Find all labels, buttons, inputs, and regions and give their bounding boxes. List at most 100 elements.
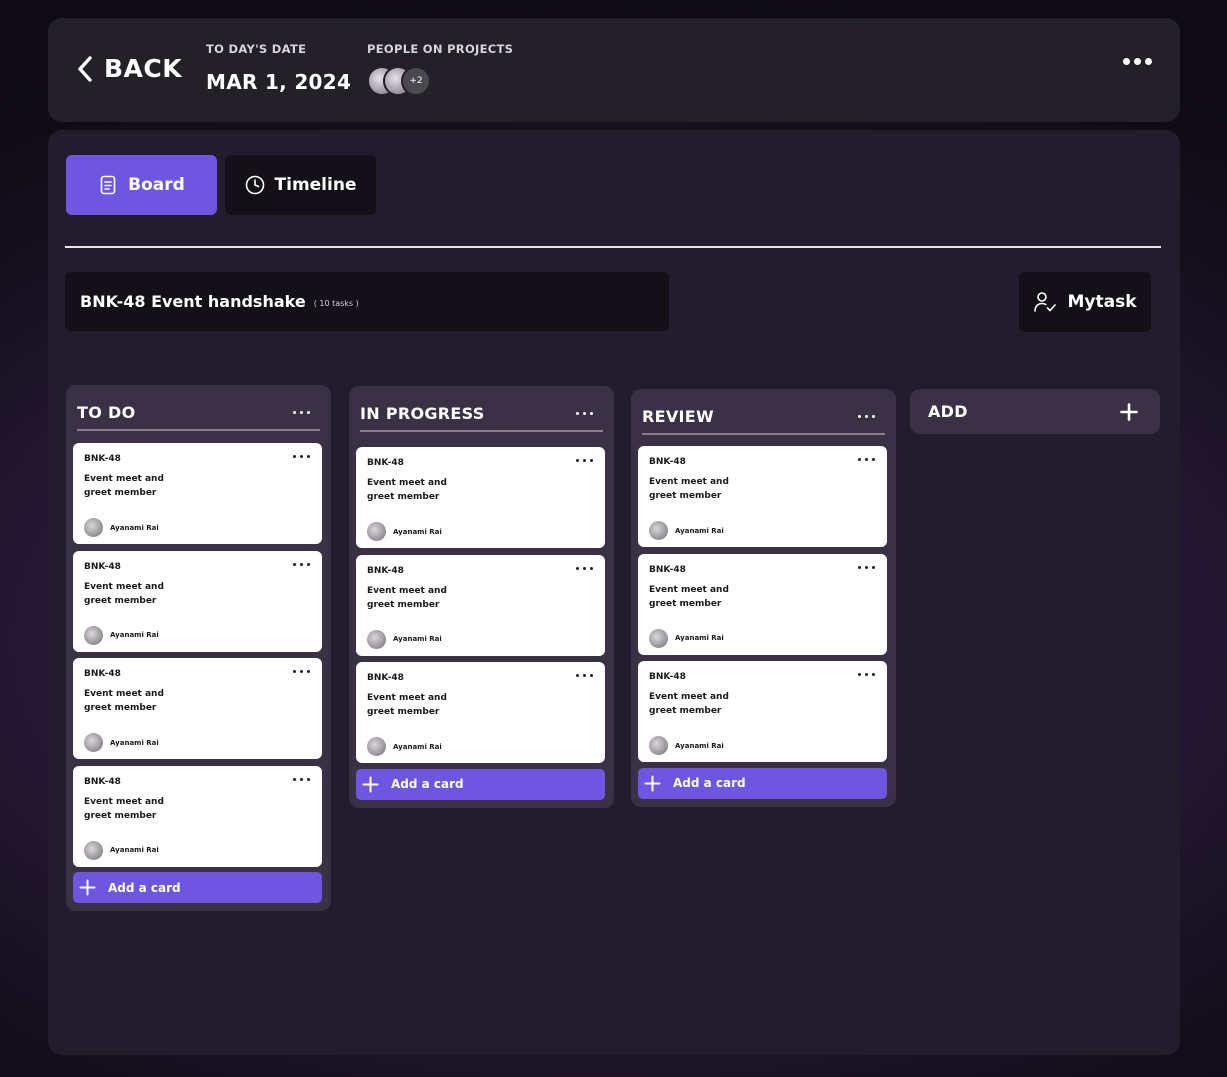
card-more-button[interactable] bbox=[293, 777, 310, 781]
card-title: Event meet and greet member bbox=[367, 478, 447, 502]
more-horizontal-icon bbox=[293, 455, 310, 458]
back-button[interactable]: BACK bbox=[76, 54, 182, 83]
kanban-column: REVIEW BNK-48 Event meet and greet member A… bbox=[631, 389, 896, 807]
card-id: BNK-48 bbox=[367, 458, 404, 468]
tab-timeline[interactable]: Timeline bbox=[225, 155, 376, 215]
more-horizontal-icon bbox=[858, 565, 875, 569]
more-people-badge[interactable]: +2 bbox=[401, 66, 431, 96]
assignee-name: Ayanami Rai bbox=[110, 846, 159, 854]
task-card[interactable]: BNK-48 Event meet and greet member Ayanami… bbox=[638, 553, 887, 655]
card-id: BNK-48 bbox=[367, 565, 404, 576]
date-value: MAR 1, 2024 bbox=[206, 70, 352, 94]
task-card[interactable]: BNK-48 Event meet and greet member Ayanami… bbox=[73, 765, 322, 867]
mytask-label: Mytask bbox=[1067, 292, 1137, 312]
project-title: BNK-48 Event handshake bbox=[80, 292, 306, 311]
user-check-icon bbox=[1034, 292, 1057, 312]
card-assignee: Ayanami Rai bbox=[649, 736, 724, 755]
card-id: BNK-48 bbox=[649, 457, 686, 467]
card-title: Event meet and greet member bbox=[367, 585, 447, 610]
task-card[interactable]: BNK-48 Event meet and greet member Ayanami… bbox=[73, 550, 322, 652]
task-card[interactable]: BNK-48 Event meet and greet member Ayanami… bbox=[356, 662, 605, 763]
card-more-button[interactable] bbox=[293, 670, 310, 673]
card-more-button[interactable] bbox=[576, 566, 593, 570]
avatar bbox=[84, 733, 103, 752]
add-card-label: Add a card bbox=[391, 777, 464, 791]
avatar bbox=[84, 840, 103, 860]
kanban-column: IN PROGRESS BNK-48 Event meet and greet me… bbox=[349, 386, 614, 808]
tab-board[interactable]: Board bbox=[66, 155, 217, 215]
assignee-name: Ayanami Rai bbox=[675, 634, 724, 642]
add-card-label: Add a card bbox=[108, 880, 181, 895]
card-title: Event meet and greet member bbox=[649, 692, 729, 716]
more-horizontal-icon bbox=[293, 411, 310, 414]
more-options-button[interactable] bbox=[1123, 58, 1152, 65]
assignee-name: Ayanami Rai bbox=[675, 741, 724, 750]
card-more-button[interactable] bbox=[576, 459, 593, 462]
assignee-name: Ayanami Rai bbox=[675, 526, 724, 535]
card-more-button[interactable] bbox=[858, 565, 875, 569]
add-card-button[interactable]: Add a card bbox=[73, 872, 322, 903]
clock-icon bbox=[245, 175, 264, 195]
avatar bbox=[84, 518, 103, 537]
card-more-button[interactable] bbox=[293, 455, 310, 458]
date-caption: TO DAY'S DATE bbox=[206, 42, 307, 56]
avatar bbox=[649, 628, 668, 648]
more-horizontal-icon bbox=[576, 412, 593, 415]
header-bar: BACK TO DAY'S DATE MAR 1, 2024 PEOPLE ON… bbox=[48, 18, 1180, 122]
card-assignee: Ayanami Rai bbox=[84, 733, 159, 752]
card-id: BNK-48 bbox=[84, 454, 121, 464]
tab-timeline-label: Timeline bbox=[274, 175, 357, 195]
task-card[interactable]: BNK-48 Event meet and greet member Ayanami… bbox=[638, 661, 887, 762]
task-card[interactable]: BNK-48 Event meet and greet member Ayanami… bbox=[73, 443, 322, 544]
add-card-button[interactable]: Add a card bbox=[638, 767, 887, 799]
card-title: Event meet and greet member bbox=[84, 796, 164, 821]
column-more-button[interactable] bbox=[576, 412, 593, 415]
mytask-button[interactable]: Mytask bbox=[1019, 272, 1151, 332]
card-assignee: Ayanami Rai bbox=[84, 840, 159, 860]
card-assignee: Ayanami Rai bbox=[367, 522, 442, 541]
add-column-button[interactable]: ADD bbox=[910, 389, 1160, 434]
card-id: BNK-48 bbox=[649, 672, 686, 682]
people-avatars[interactable]: +2 bbox=[367, 66, 513, 96]
column-more-button[interactable] bbox=[858, 415, 875, 418]
column-title: REVIEW bbox=[642, 407, 714, 426]
plus-icon bbox=[362, 776, 379, 792]
plus-icon bbox=[644, 775, 661, 791]
assignee-name: Ayanami Rai bbox=[110, 631, 159, 639]
card-assignee: Ayanami Rai bbox=[84, 625, 159, 645]
task-card[interactable]: BNK-48 Event meet and greet member Ayanami… bbox=[638, 446, 887, 547]
card-more-button[interactable] bbox=[858, 673, 875, 676]
card-more-button[interactable] bbox=[576, 674, 593, 677]
document-icon bbox=[100, 175, 116, 195]
card-more-button[interactable] bbox=[293, 562, 310, 566]
task-card[interactable]: BNK-48 Event meet and greet member Ayanami… bbox=[73, 658, 322, 759]
assignee-name: Ayanami Rai bbox=[110, 738, 159, 747]
add-column-label: ADD bbox=[928, 402, 968, 421]
more-horizontal-icon bbox=[1123, 58, 1152, 65]
more-horizontal-icon bbox=[858, 458, 875, 461]
card-title: Event meet and greet member bbox=[367, 693, 447, 717]
card-id: BNK-48 bbox=[84, 561, 121, 572]
people-caption: PEOPLE ON PROJECTS bbox=[367, 42, 514, 56]
card-assignee: Ayanami Rai bbox=[649, 628, 724, 648]
task-card[interactable]: BNK-48 Event meet and greet member Ayanami… bbox=[356, 554, 605, 656]
card-assignee: Ayanami Rai bbox=[84, 518, 159, 537]
avatar bbox=[367, 522, 386, 541]
more-horizontal-icon bbox=[293, 670, 310, 673]
column-more-button[interactable] bbox=[293, 411, 310, 414]
card-more-button[interactable] bbox=[858, 458, 875, 461]
more-horizontal-icon bbox=[858, 415, 875, 418]
add-card-button[interactable]: Add a card bbox=[356, 768, 605, 800]
card-id: BNK-48 bbox=[84, 776, 121, 787]
card-assignee: Ayanami Rai bbox=[649, 521, 724, 540]
task-card[interactable]: BNK-48 Event meet and greet member Ayanami… bbox=[356, 447, 605, 548]
more-horizontal-icon bbox=[858, 673, 875, 676]
card-title: Event meet and greet member bbox=[649, 584, 729, 609]
column-header: REVIEW bbox=[642, 389, 885, 435]
assignee-name: Ayanami Rai bbox=[393, 635, 442, 643]
avatar bbox=[649, 521, 668, 540]
divider bbox=[65, 246, 1161, 248]
people-block: PEOPLE ON PROJECTS +2 bbox=[367, 42, 513, 96]
avatar bbox=[367, 629, 386, 649]
back-label: BACK bbox=[104, 54, 183, 83]
